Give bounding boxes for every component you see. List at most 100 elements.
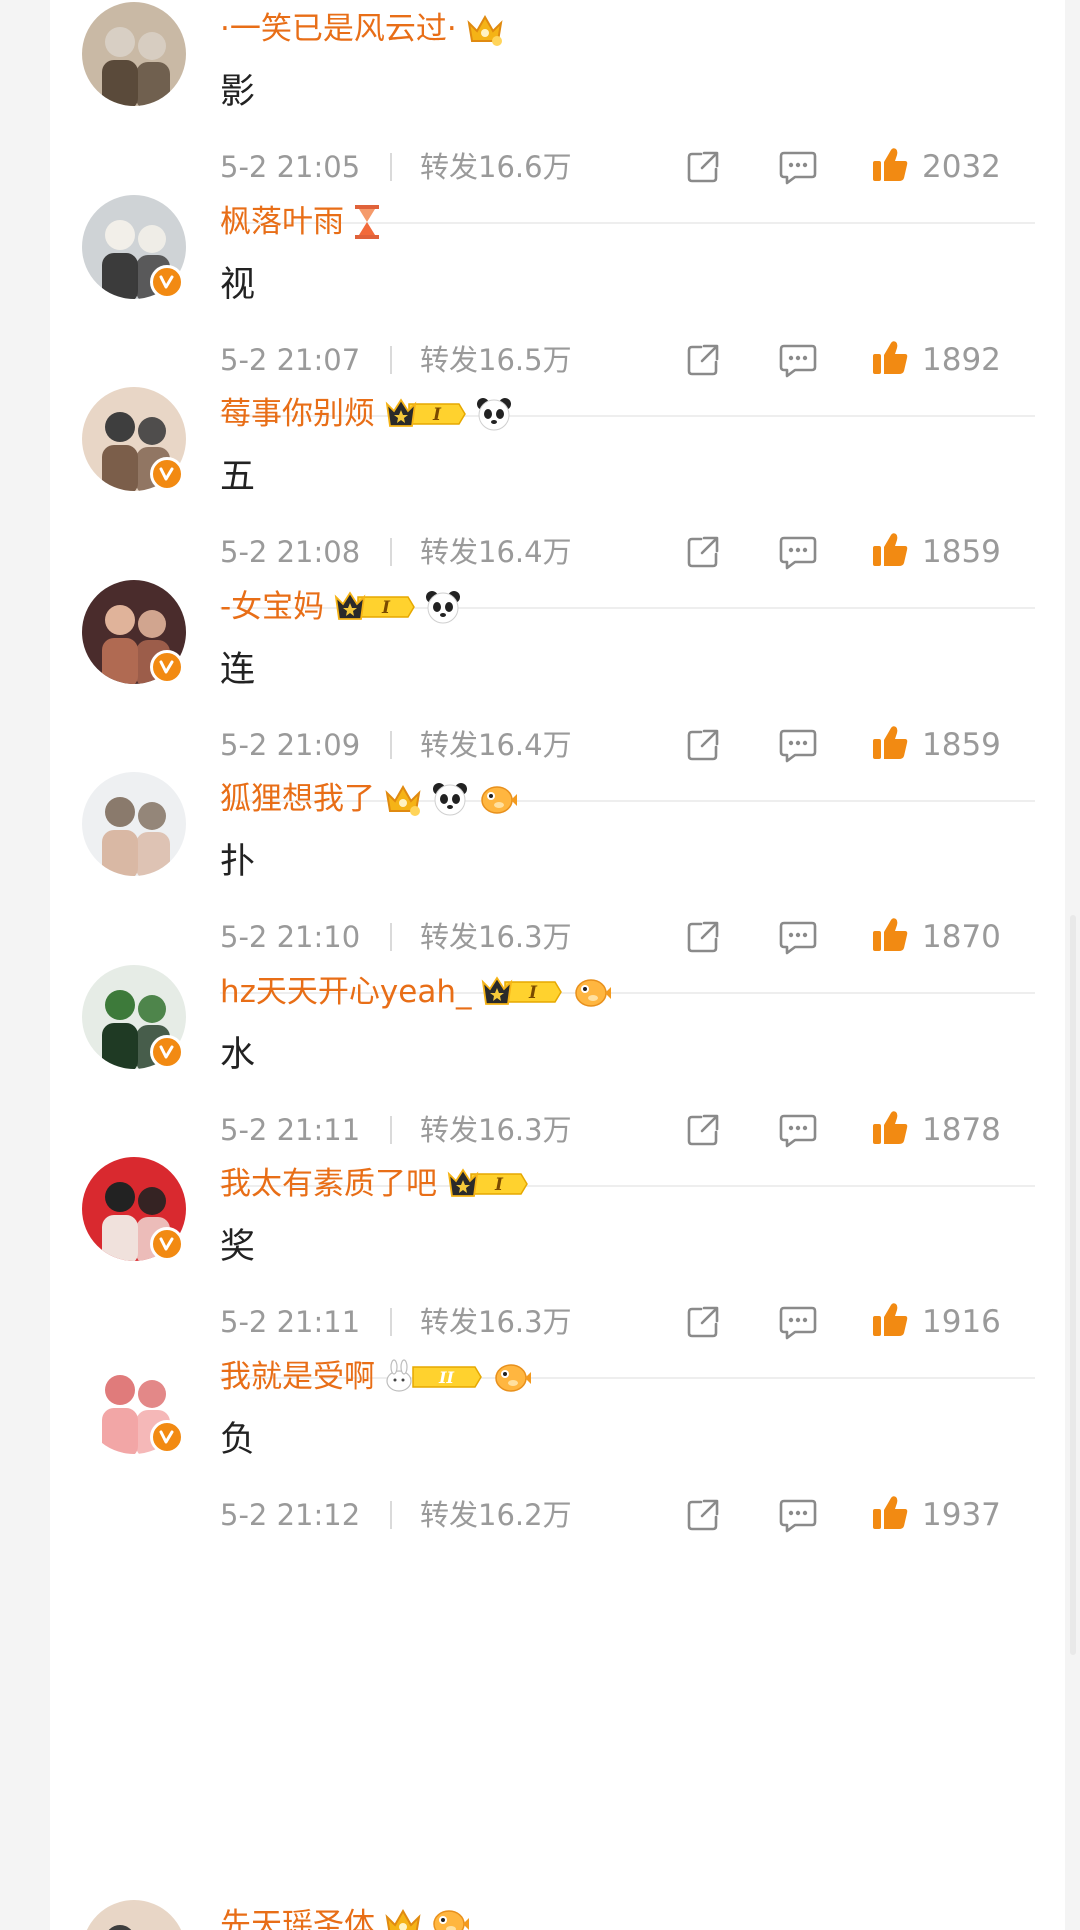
like-button[interactable]: 1878 (870, 1103, 1001, 1157)
name-row: 我太有素质了吧 I (220, 1159, 529, 1209)
crown-gold-icon[interactable] (383, 781, 423, 817)
meta-separator (390, 345, 392, 374)
name-row: 枫落叶雨 (220, 197, 382, 247)
thumbs-up-icon[interactable] (870, 1300, 910, 1344)
meta-separator (390, 153, 392, 181)
name-row: ·一笑已是风云过· (220, 4, 505, 54)
pufferfish-icon[interactable] (429, 1905, 469, 1930)
username[interactable]: ·一笑已是风云过· (220, 4, 457, 54)
repost-count[interactable]: 转发16.4万 (420, 718, 572, 772)
name-row: 狐狸想我了 (220, 774, 517, 824)
like-button[interactable]: 2032 (870, 140, 1001, 194)
comment-item-partial[interactable]: 先天瑶圣体 (0, 1900, 1080, 1930)
comment-text: 影 (220, 72, 256, 112)
comment-bubble-icon[interactable] (778, 149, 818, 189)
repost-count[interactable]: 转发16.5万 (420, 333, 572, 387)
share-icon[interactable] (685, 342, 721, 382)
comment-bubble-icon[interactable] (778, 1112, 818, 1152)
repost-count[interactable]: 转发16.6万 (420, 140, 572, 194)
crown-gold-icon[interactable] (383, 1905, 423, 1930)
meta-separator (390, 730, 392, 759)
repost-count[interactable]: 转发16.3万 (420, 910, 572, 964)
comment-bubble-icon[interactable] (778, 342, 818, 382)
like-count: 1916 (922, 1304, 1001, 1340)
thumbs-up-icon[interactable] (870, 530, 910, 574)
share-icon[interactable] (685, 1112, 721, 1152)
comment-meta: 5-2 21:08 转发16.4万 1859 (220, 525, 1020, 579)
like-button[interactable]: 1859 (870, 718, 1001, 772)
share-icon[interactable] (685, 727, 721, 767)
share-icon[interactable] (685, 1304, 721, 1344)
thumbs-up-icon[interactable] (870, 723, 910, 767)
member-crown-level-icon[interactable]: I (445, 1166, 529, 1202)
like-button[interactable]: 1870 (870, 910, 1001, 964)
member-crown-level-icon[interactable]: I (383, 396, 467, 432)
comment-bubble-icon[interactable] (778, 1497, 818, 1537)
thumbs-up-icon[interactable] (870, 1493, 910, 1537)
username[interactable]: hz天天开心yeah_ (220, 967, 471, 1017)
pufferfish-icon[interactable] (491, 1359, 531, 1395)
like-button[interactable]: 1859 (870, 525, 1001, 579)
comment-text: 连 (220, 649, 256, 690)
avatar[interactable] (82, 2, 186, 106)
username[interactable]: -女宝妈 (220, 582, 324, 632)
verified-v-icon (150, 457, 184, 491)
comment-text: 扑 (220, 842, 256, 882)
username[interactable]: 莓事你别烦 (220, 389, 375, 439)
repost-count[interactable]: 转发16.3万 (420, 1295, 572, 1349)
repost-count[interactable]: 转发16.4万 (420, 525, 572, 579)
pufferfish-icon[interactable] (477, 781, 517, 817)
share-icon[interactable] (685, 1497, 721, 1537)
pufferfish-icon[interactable] (571, 974, 612, 1010)
name-row: 我就是受啊 II (220, 1352, 531, 1402)
hourglass-icon[interactable] (352, 203, 382, 241)
like-count: 1878 (922, 1111, 1001, 1148)
comment-text: 视 (220, 264, 256, 305)
like-count: 2032 (922, 149, 1001, 185)
verified-v-icon (150, 649, 184, 684)
comment-meta: 5-2 21:12 转发16.2万 1937 (220, 1488, 1020, 1542)
name-row: -女宝妈 I (220, 582, 462, 632)
like-button[interactable]: 1892 (870, 333, 1001, 387)
panda-icon[interactable] (475, 396, 513, 432)
username[interactable]: 枫落叶雨 (220, 197, 344, 247)
thumbs-up-icon[interactable] (870, 1108, 910, 1152)
username[interactable]: 我太有素质了吧 (220, 1159, 437, 1209)
repost-count[interactable]: 转发16.2万 (420, 1488, 572, 1542)
member-crown-level-icon[interactable]: I (332, 589, 416, 625)
like-button[interactable]: 1916 (870, 1295, 1001, 1349)
svg-text:I: I (432, 405, 442, 425)
name-row: 莓事你别烦 I (220, 389, 513, 439)
comment-bubble-icon[interactable] (778, 727, 818, 767)
share-icon[interactable] (685, 919, 721, 959)
thumbs-up-icon[interactable] (870, 915, 910, 959)
crown-gold-icon[interactable] (465, 11, 505, 47)
comment-item[interactable]: 我就是受啊 II 负 5-2 21:12 转发16.2万 1937 (0, 1349, 1080, 1587)
meta-separator (390, 538, 392, 566)
share-icon[interactable] (685, 534, 721, 574)
like-button[interactable]: 1937 (870, 1488, 1001, 1542)
timestamp: 5-2 21:12 (220, 1497, 361, 1532)
thumbs-up-icon[interactable] (870, 145, 910, 189)
meta-separator (390, 923, 392, 951)
avatar[interactable] (82, 772, 186, 876)
member-crown-level-icon[interactable]: I (479, 974, 563, 1010)
like-count: 1870 (922, 919, 1001, 955)
avatar[interactable] (82, 1900, 186, 1930)
comment-bubble-icon[interactable] (778, 534, 818, 574)
name-row: 先天瑶圣体 (220, 1900, 475, 1930)
username[interactable]: 先天瑶圣体 (220, 1900, 375, 1930)
comment-bubble-icon[interactable] (778, 919, 818, 959)
bunny-level-icon[interactable]: II (383, 1358, 483, 1395)
username[interactable]: 狐狸想我了 (220, 774, 375, 824)
comment-bubble-icon[interactable] (778, 1304, 818, 1344)
share-icon[interactable] (685, 149, 721, 189)
username[interactable]: 我就是受啊 (220, 1352, 375, 1402)
timestamp: 5-2 21:09 (220, 727, 361, 762)
panda-icon[interactable] (431, 781, 469, 817)
comment-meta: 5-2 21:10 转发16.3万 1870 (220, 910, 1020, 964)
panda-icon[interactable] (424, 589, 462, 625)
repost-count[interactable]: 转发16.3万 (420, 1103, 572, 1157)
thumbs-up-icon[interactable] (870, 338, 910, 382)
verified-v-icon (150, 264, 184, 299)
